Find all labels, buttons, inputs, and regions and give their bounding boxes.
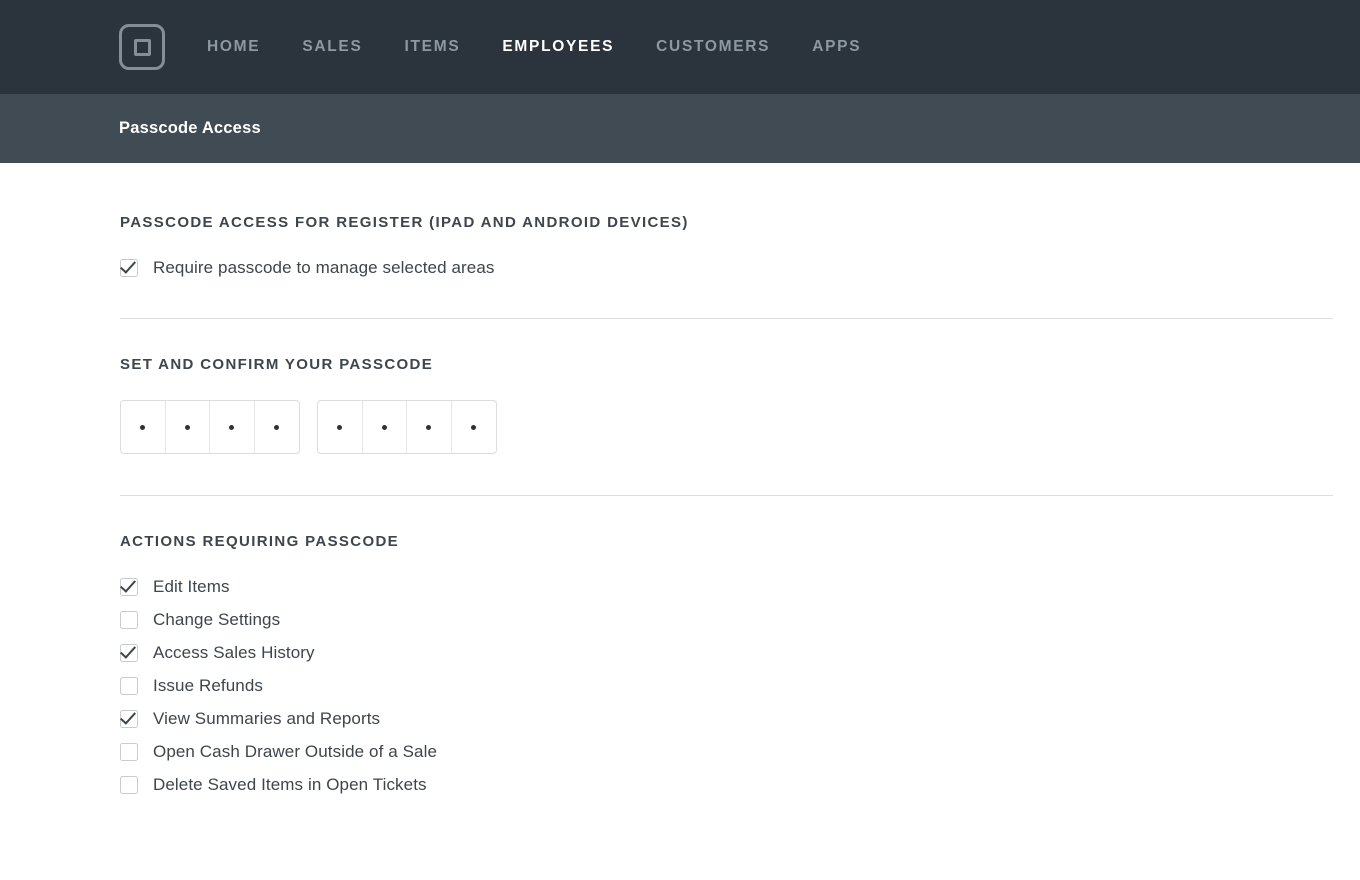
action-row-edit-items[interactable]: Edit Items	[120, 573, 1360, 601]
confirm-passcode-field[interactable]	[317, 400, 497, 454]
action-label-open-cash-drawer: Open Cash Drawer Outside of a Sale	[153, 742, 438, 761]
section-title-passcode: SET AND CONFIRM YOUR PASSCODE	[120, 356, 434, 373]
nav-item-apps[interactable]: APPS	[812, 38, 861, 56]
section-title-register: PASSCODE ACCESS FOR REGISTER (IPAD AND A…	[120, 214, 689, 231]
nav-item-home[interactable]: HOME	[207, 38, 260, 56]
set-passcode-cell-4[interactable]	[255, 401, 300, 453]
set-passcode-cell-3[interactable]	[210, 401, 255, 453]
set-passcode-cell-2[interactable]	[166, 401, 210, 453]
action-label-access-sales-history: Access Sales History	[153, 643, 315, 662]
nav-item-items[interactable]: ITEMS	[405, 38, 461, 56]
sub-header-bar: Passcode Access	[0, 94, 1360, 163]
action-checkbox-issue-refunds[interactable]	[120, 677, 138, 695]
passcode-dot	[471, 424, 477, 430]
nav-item-employees[interactable]: EMPLOYEES	[502, 38, 614, 56]
square-logo-inner-shape	[133, 38, 151, 56]
set-passcode-cell-1[interactable]	[121, 401, 166, 453]
action-label-issue-refunds: Issue Refunds	[153, 676, 263, 695]
action-row-issue-refunds[interactable]: Issue Refunds	[120, 672, 1360, 700]
confirm-passcode-cell-2[interactable]	[363, 401, 407, 453]
section-title-actions: ACTIONS REQUIRING PASSCODE	[120, 533, 400, 550]
nav-item-sales[interactable]: SALES	[302, 38, 362, 56]
action-row-view-summaries-and-reports[interactable]: View Summaries and Reports	[120, 705, 1360, 733]
passcode-dot	[337, 424, 343, 430]
action-row-access-sales-history[interactable]: Access Sales History	[120, 639, 1360, 667]
action-label-edit-items: Edit Items	[153, 577, 230, 596]
passcode-fields-row	[120, 400, 1360, 454]
confirm-passcode-cell-1[interactable]	[318, 401, 363, 453]
action-checkbox-delete-saved-items[interactable]	[120, 776, 138, 794]
action-row-open-cash-drawer[interactable]: Open Cash Drawer Outside of a Sale	[120, 738, 1360, 766]
passcode-dot	[426, 424, 432, 430]
confirm-passcode-cell-4[interactable]	[452, 401, 497, 453]
action-label-change-settings: Change Settings	[153, 610, 281, 629]
action-checkbox-view-summaries-and-reports[interactable]	[120, 710, 138, 728]
require-passcode-row[interactable]: Require passcode to manage selected area…	[120, 254, 1360, 282]
set-passcode-field[interactable]	[120, 400, 300, 454]
require-passcode-checkbox[interactable]	[120, 259, 138, 277]
passcode-dot	[229, 424, 235, 430]
page-title: Passcode Access	[119, 119, 261, 137]
action-row-change-settings[interactable]: Change Settings	[120, 606, 1360, 634]
action-checkbox-access-sales-history[interactable]	[120, 644, 138, 662]
passcode-dot	[184, 424, 190, 430]
action-row-delete-saved-items[interactable]: Delete Saved Items in Open Tickets	[120, 771, 1360, 799]
confirm-passcode-cell-3[interactable]	[407, 401, 452, 453]
square-logo[interactable]	[119, 24, 165, 70]
action-checkbox-edit-items[interactable]	[120, 578, 138, 596]
nav-item-list: HOME SALES ITEMS EMPLOYEES CUSTOMERS APP…	[207, 38, 861, 56]
nav-item-customers[interactable]: CUSTOMERS	[656, 38, 770, 56]
action-checkbox-open-cash-drawer[interactable]	[120, 743, 138, 761]
action-label-delete-saved-items: Delete Saved Items in Open Tickets	[153, 775, 427, 794]
passcode-dot	[381, 424, 387, 430]
passcode-dot	[140, 424, 146, 430]
passcode-dot	[274, 424, 280, 430]
top-navigation-bar: HOME SALES ITEMS EMPLOYEES CUSTOMERS APP…	[0, 0, 1360, 94]
require-passcode-label: Require passcode to manage selected area…	[153, 258, 495, 277]
action-checkbox-change-settings[interactable]	[120, 611, 138, 629]
main-content: PASSCODE ACCESS FOR REGISTER (IPAD AND A…	[0, 163, 1360, 799]
action-label-view-summaries-and-reports: View Summaries and Reports	[153, 709, 381, 728]
